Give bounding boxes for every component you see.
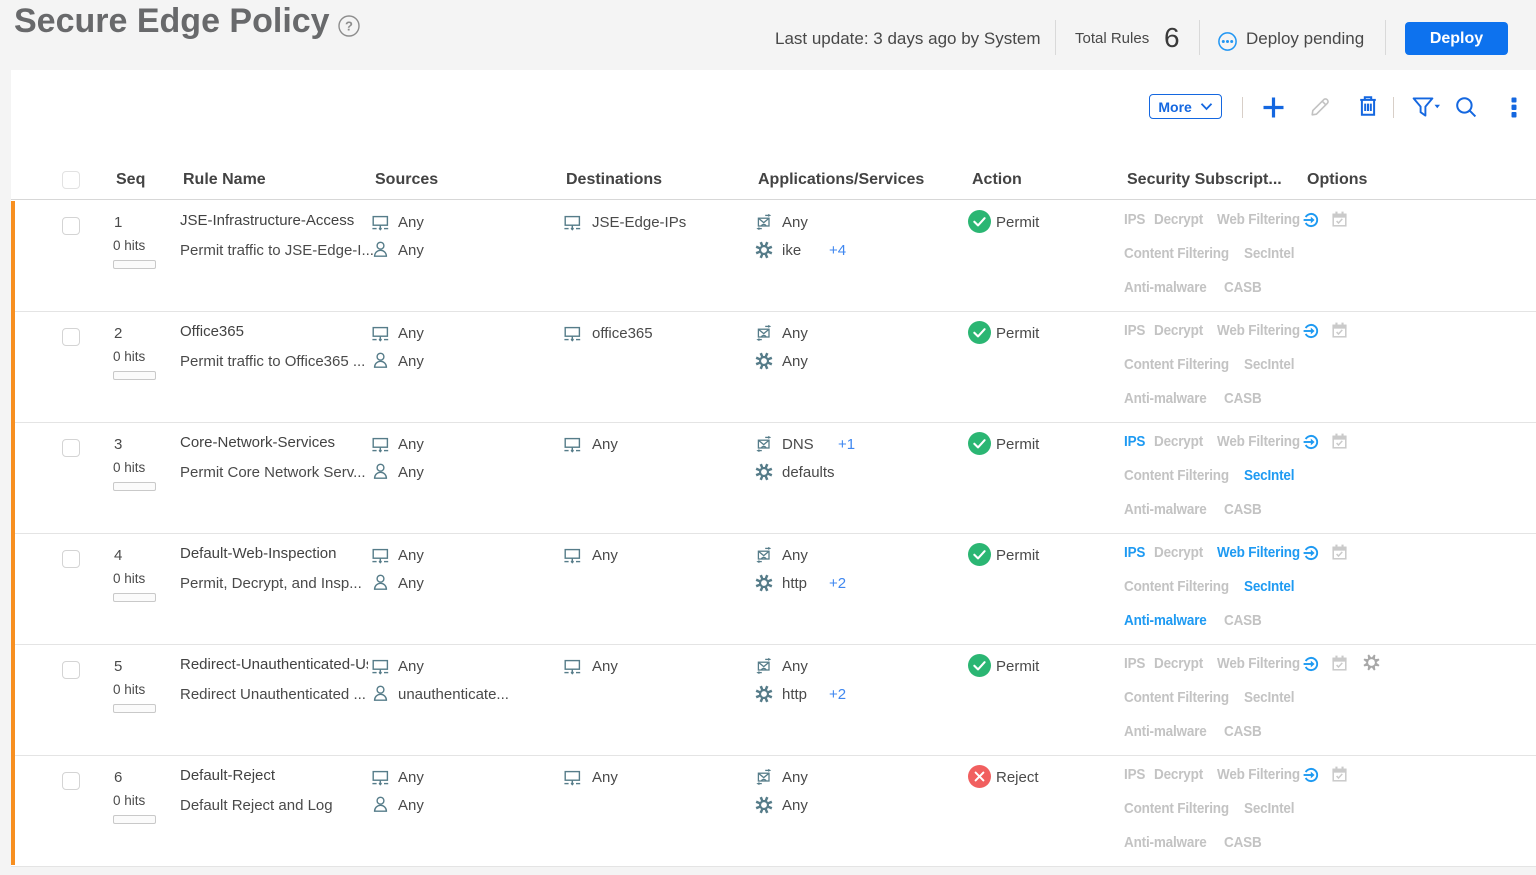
svg-text:?: ? (345, 19, 353, 34)
